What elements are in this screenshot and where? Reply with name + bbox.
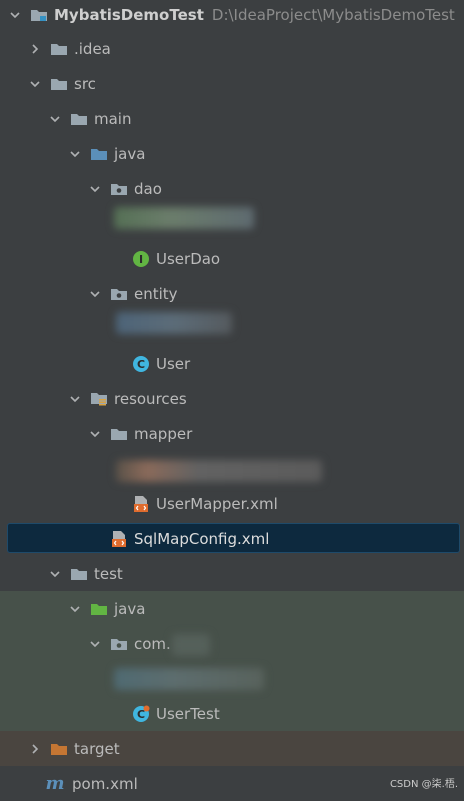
tree-row-project-root[interactable]: MybatisDemoTest D:\IdeaProject\MybatisDe… bbox=[8, 0, 455, 32]
tree-row-test-java[interactable]: java bbox=[68, 591, 145, 626]
chevron-down-icon[interactable] bbox=[88, 182, 102, 196]
tree-label-sql-map-config: SqlMapConfig.xml bbox=[134, 529, 270, 548]
watermark: CSDN @柒.梧. bbox=[389, 779, 458, 790]
tree-row-dao[interactable]: dao bbox=[88, 171, 162, 206]
tree-label-test-java: java bbox=[114, 599, 146, 618]
tree-label-com: com. bbox=[134, 634, 171, 653]
xml-file-icon bbox=[132, 495, 150, 512]
tree-label-target: target bbox=[74, 739, 120, 758]
folder-icon bbox=[50, 76, 68, 92]
obscured-package-row bbox=[114, 207, 254, 229]
tree-label-idea: .idea bbox=[74, 39, 111, 58]
tree-row-user-mapper-xml[interactable]: UserMapper.xml bbox=[132, 486, 278, 521]
tree-label-src: src bbox=[74, 74, 96, 93]
tree-row-main[interactable]: main bbox=[48, 101, 131, 136]
source-folder-icon bbox=[90, 146, 108, 162]
chevron-down-icon[interactable] bbox=[88, 637, 102, 651]
class-icon: C bbox=[132, 355, 150, 372]
maven-icon: m bbox=[45, 773, 65, 794]
chevron-down-icon[interactable] bbox=[48, 567, 62, 581]
tree-row-user[interactable]: C User bbox=[132, 346, 190, 381]
obscured-package-row bbox=[114, 668, 264, 690]
tree-row-main-java[interactable]: java bbox=[68, 136, 145, 171]
tree-label-pom: pom.xml bbox=[72, 774, 138, 793]
chevron-down-icon[interactable] bbox=[8, 8, 22, 22]
chevron-down-icon[interactable] bbox=[88, 287, 102, 301]
tree-label-dao: dao bbox=[134, 179, 162, 198]
tree-row-user-dao[interactable]: I UserDao bbox=[132, 241, 220, 276]
tree-row-com[interactable]: com. bbox=[88, 626, 171, 661]
tree-label-main-java: java bbox=[114, 144, 146, 163]
folder-icon bbox=[70, 111, 88, 127]
excluded-folder-icon bbox=[50, 741, 68, 757]
tree-row-user-test[interactable]: C UserTest bbox=[132, 696, 220, 731]
svg-text:C: C bbox=[137, 708, 145, 721]
interface-icon: I bbox=[132, 250, 150, 267]
tree-label-user-test: UserTest bbox=[156, 704, 220, 723]
obscured-package-name bbox=[172, 634, 210, 656]
chevron-down-icon[interactable] bbox=[68, 602, 82, 616]
tree-row-test[interactable]: test bbox=[48, 556, 123, 591]
tree-label-user-dao: UserDao bbox=[156, 249, 221, 268]
project-name: MybatisDemoTest bbox=[54, 5, 204, 24]
chevron-down-icon[interactable] bbox=[88, 427, 102, 441]
tree-row-mapper[interactable]: mapper bbox=[88, 416, 192, 451]
test-class-icon: C bbox=[132, 705, 150, 722]
svg-text:C: C bbox=[137, 358, 145, 371]
tree-label-main: main bbox=[94, 109, 132, 128]
folder-icon bbox=[110, 426, 128, 442]
tree-row-sql-map-config[interactable]: SqlMapConfig.xml bbox=[110, 521, 269, 556]
chevron-down-icon[interactable] bbox=[48, 112, 62, 126]
tree-label-mapper: mapper bbox=[134, 424, 193, 443]
chevron-right-icon[interactable] bbox=[28, 742, 42, 756]
package-icon bbox=[110, 181, 128, 197]
resources-folder-icon bbox=[90, 391, 108, 407]
obscured-package-row bbox=[116, 312, 232, 334]
tree-label-resources: resources bbox=[114, 389, 187, 408]
chevron-down-icon[interactable] bbox=[68, 392, 82, 406]
package-icon bbox=[110, 636, 128, 652]
tree-row-target[interactable]: target bbox=[28, 731, 120, 766]
tree-row-resources[interactable]: resources bbox=[68, 381, 187, 416]
tree-row-idea[interactable]: .idea bbox=[28, 31, 111, 66]
tree-row-src[interactable]: src bbox=[28, 66, 96, 101]
tree-row-entity[interactable]: entity bbox=[88, 276, 178, 311]
tree-label-user-mapper-xml: UserMapper.xml bbox=[156, 494, 278, 513]
chevron-right-icon[interactable] bbox=[28, 42, 42, 56]
project-path: D:\IdeaProject\MybatisDemoTest bbox=[211, 5, 455, 24]
chevron-down-icon[interactable] bbox=[28, 77, 42, 91]
tree-label-test: test bbox=[94, 564, 123, 583]
xml-file-icon bbox=[110, 530, 128, 547]
test-source-folder-icon bbox=[90, 601, 108, 617]
folder-icon bbox=[70, 566, 88, 582]
tree-label-entity: entity bbox=[134, 284, 178, 303]
svg-text:I: I bbox=[139, 253, 143, 266]
module-folder-icon bbox=[30, 7, 48, 23]
chevron-down-icon[interactable] bbox=[68, 147, 82, 161]
obscured-package-row bbox=[116, 460, 322, 482]
folder-icon bbox=[50, 41, 68, 57]
tree-label-user: User bbox=[156, 354, 191, 373]
package-icon bbox=[110, 286, 128, 302]
